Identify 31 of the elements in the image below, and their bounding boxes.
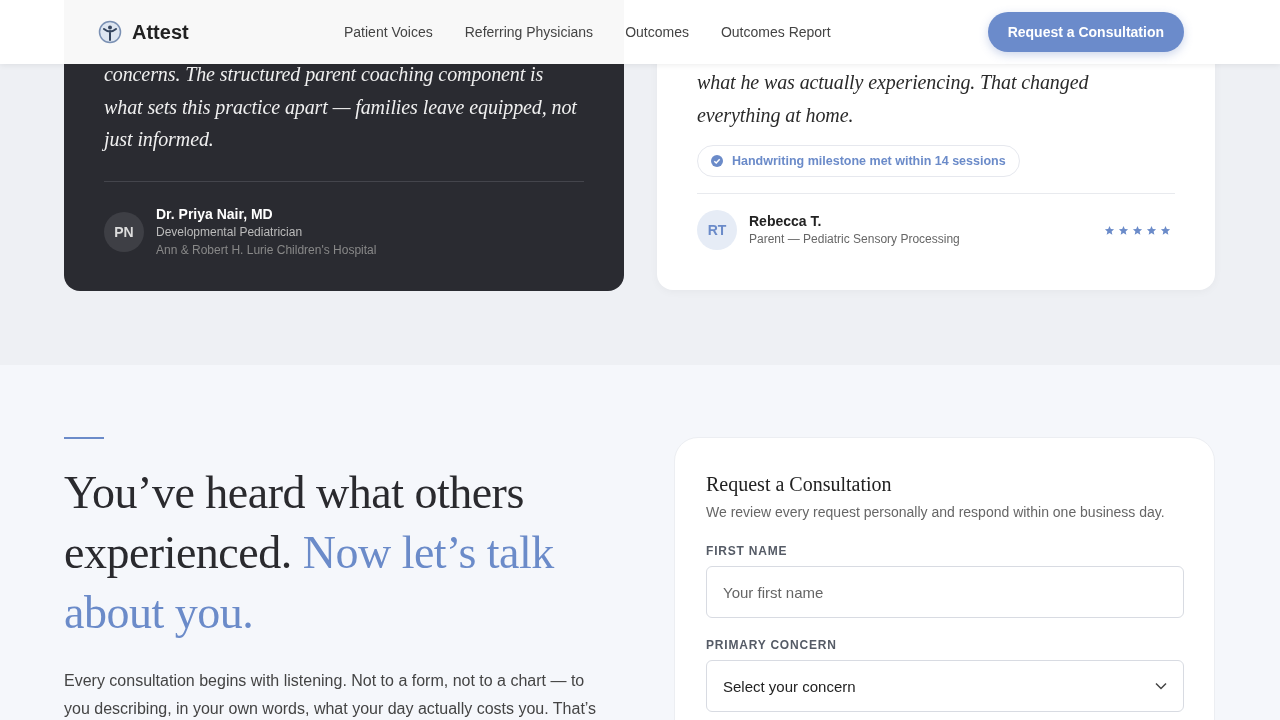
testimonial-quote: what he was actually experiencing. That changed everything at home. bbox=[697, 70, 1090, 129]
nav-link[interactable]: Referring Physicians bbox=[464, 24, 594, 40]
logo-icon bbox=[98, 20, 122, 44]
star-icon bbox=[1132, 224, 1143, 236]
author-name: Dr. Priya Nair, MD bbox=[156, 204, 274, 223]
chevron-down-icon bbox=[1155, 682, 1167, 690]
intro-paragraph: Every consultation begins with listening. Not to a form, not to a chart — to you describing, in your own words, what your day actually costs you. That’s bbox=[64, 671, 598, 719]
author-name: Rebecca T. bbox=[749, 212, 823, 230]
brand-name[interactable]: Attest bbox=[132, 20, 189, 44]
field-label: PRIMARY CONCERN bbox=[706, 638, 838, 652]
form-subtitle: We review every request personally and respond within one business day. bbox=[706, 503, 1166, 522]
nav-link[interactable]: Outcomes Report bbox=[720, 24, 831, 40]
star-icon bbox=[1104, 224, 1115, 236]
author-role: Developmental Pediatrician bbox=[156, 223, 304, 241]
badge-text: Handwriting milestone met within 14 sessions bbox=[732, 154, 1006, 168]
nav-link[interactable]: Outcomes bbox=[625, 24, 689, 40]
star-icon bbox=[1118, 224, 1129, 236]
star-icon bbox=[1160, 224, 1171, 236]
star-icon bbox=[1146, 224, 1157, 236]
avatar-initials: RT bbox=[697, 210, 737, 250]
input-field[interactable]: Your first name bbox=[706, 566, 1184, 618]
check-icon bbox=[711, 155, 723, 167]
testimonial-quote: concerns. The structured parent coaching component is what sets this practice apart — families leave equipped, not just informed. bbox=[104, 62, 578, 153]
field-label: FIRST NAME bbox=[706, 544, 789, 558]
author-role: Parent — Pediatric Sensory Processing bbox=[749, 231, 961, 248]
author-affiliation: Ann & Robert H. Lurie Children's Hospital bbox=[156, 241, 378, 259]
form-title: Request a Consultation bbox=[706, 472, 893, 498]
avatar-initials: PN bbox=[104, 211, 144, 252]
nav-link[interactable]: Patient Voices bbox=[344, 24, 433, 40]
section-heading: You’ve heard what others experienced. Now let’s talk about you. bbox=[64, 466, 556, 640]
select-field[interactable]: Select your concern bbox=[706, 660, 1184, 712]
